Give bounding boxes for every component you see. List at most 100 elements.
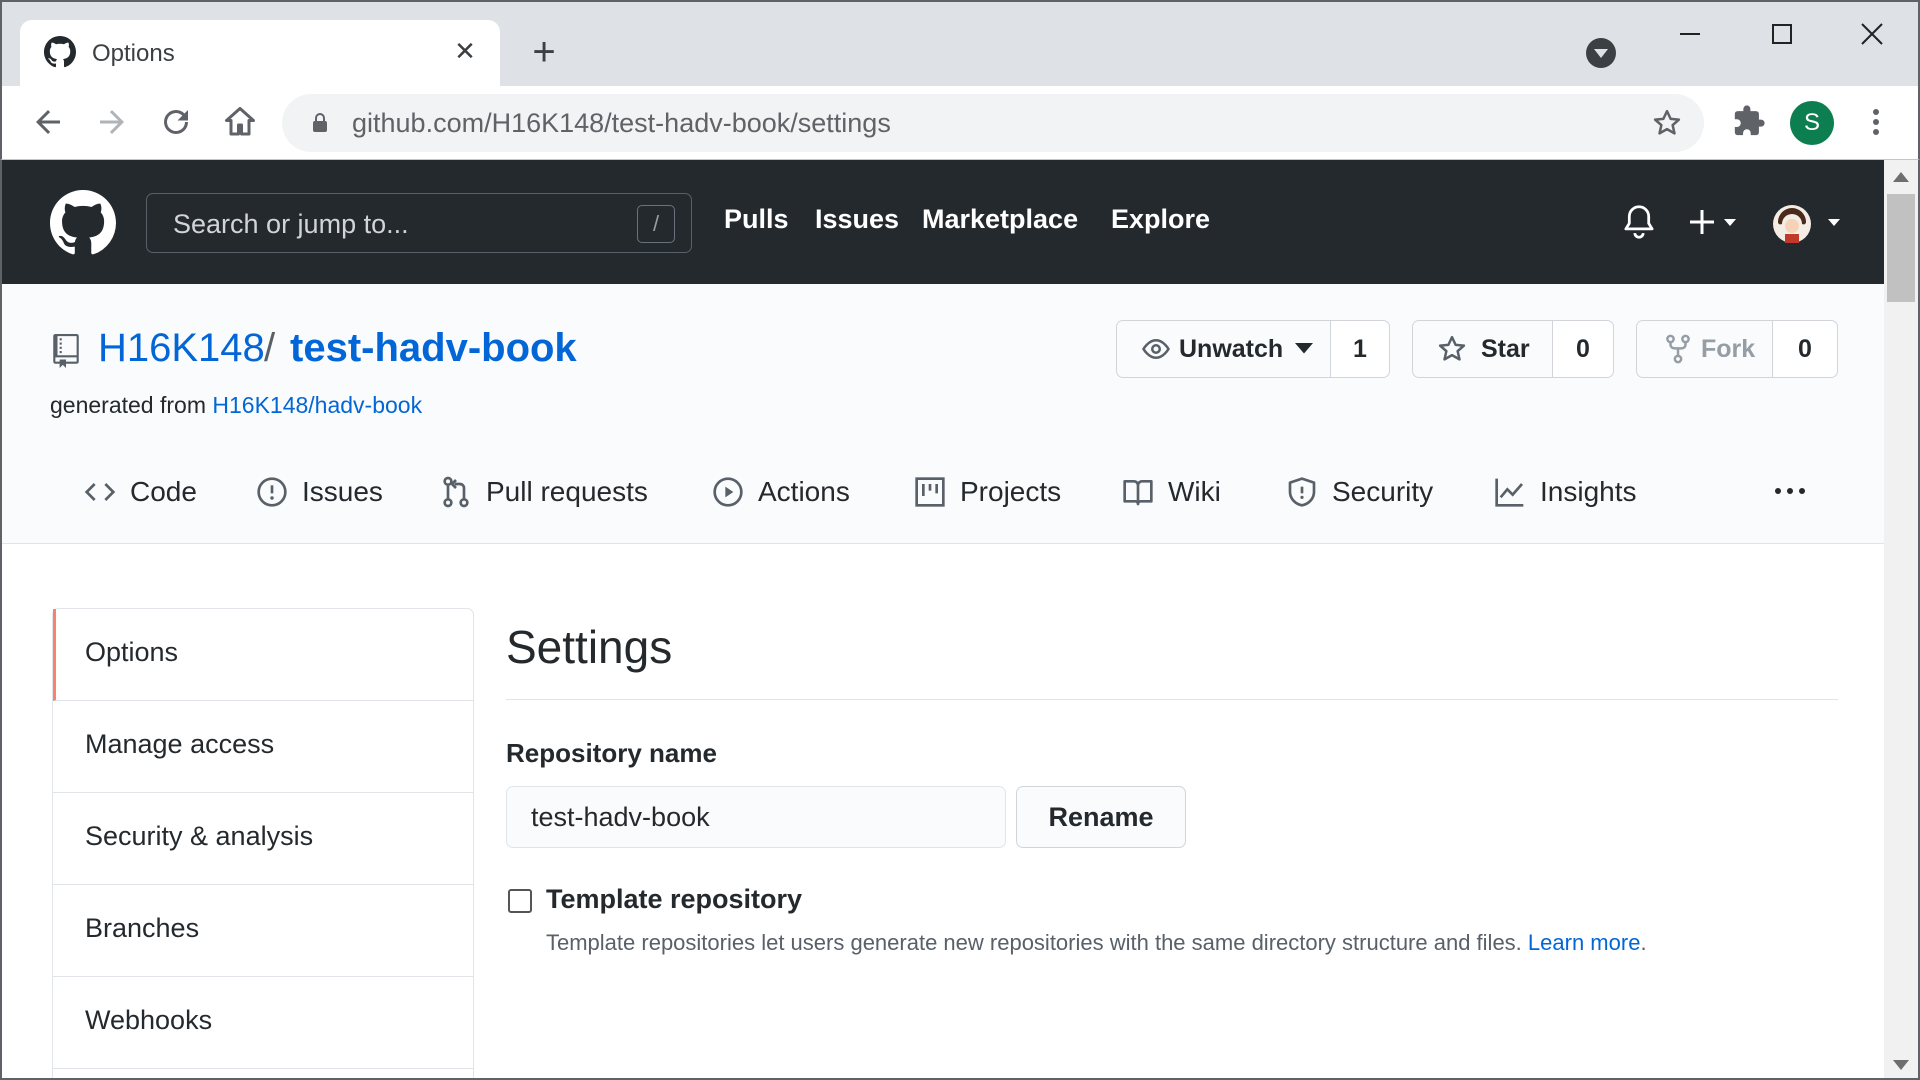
repo-name-label: Repository name <box>506 738 717 768</box>
nav-explore[interactable]: Explore <box>1111 204 1210 235</box>
github-header: Search or jump to... / Pulls Issues Mark… <box>2 160 1884 284</box>
tab-code-label: Code <box>130 476 197 507</box>
browser-toolbar: github.com/H16K148/test-hadv-book/settin… <box>0 86 1920 160</box>
tab-issues-label: Issues <box>302 476 383 507</box>
repo-owner-link[interactable]: H16K148 <box>98 326 265 371</box>
star-button-group: Star 0 <box>1412 320 1614 378</box>
tab-code[interactable]: Code <box>84 472 197 512</box>
tab-actions[interactable]: Actions <box>712 472 850 512</box>
generated-from-text: generated from H16K148/hadv-book <box>50 392 422 419</box>
search-shortcut-key: / <box>637 205 675 243</box>
unwatch-button[interactable]: Unwatch <box>1117 321 1331 377</box>
repo-name-input[interactable] <box>506 786 1006 848</box>
graph-icon <box>1495 478 1524 507</box>
shield-icon <box>1288 477 1316 507</box>
github-logo-icon[interactable] <box>50 190 116 256</box>
tab-search-icon[interactable] <box>1586 38 1616 68</box>
fork-count[interactable]: 0 <box>1773 321 1837 377</box>
lock-icon[interactable] <box>312 113 328 133</box>
unwatch-label: Unwatch <box>1179 334 1284 363</box>
dropdown-caret-icon <box>1295 343 1314 354</box>
learn-more-suffix: . <box>1640 930 1647 955</box>
repo-path-separator: / <box>264 326 276 370</box>
template-note-text: Template repositories let users generate… <box>546 930 1522 955</box>
browser-tab-bar: Options ✕ + <box>0 0 1920 88</box>
star-icon <box>1438 335 1466 361</box>
template-repository-label[interactable]: Template repository <box>546 884 802 915</box>
tab-projects-label: Projects <box>960 476 1062 507</box>
bookmark-star-icon[interactable] <box>1652 108 1682 138</box>
repo-name-link[interactable]: test-hadv-book <box>290 326 577 371</box>
forward-icon[interactable] <box>94 104 130 140</box>
watch-count[interactable]: 1 <box>1331 321 1389 377</box>
browser-menu-icon[interactable] <box>1864 104 1888 140</box>
template-repository-checkbox[interactable] <box>508 889 532 913</box>
code-icon <box>84 483 116 501</box>
menu-item-options[interactable]: Options <box>53 609 473 701</box>
browser-tab[interactable]: Options ✕ <box>20 20 500 88</box>
generated-from-prefix: generated from <box>50 392 206 418</box>
book-icon <box>1123 480 1153 506</box>
star-label: Star <box>1481 334 1530 363</box>
tab-wiki[interactable]: Wiki <box>1122 472 1221 512</box>
rename-button[interactable]: Rename <box>1016 786 1186 848</box>
nav-issues[interactable]: Issues <box>815 204 899 235</box>
fork-icon <box>1666 334 1690 364</box>
tab-pull-requests-label: Pull requests <box>486 476 648 507</box>
issue-icon <box>257 477 287 507</box>
reload-icon[interactable] <box>158 104 194 140</box>
fork-button[interactable]: Fork <box>1637 321 1773 377</box>
tab-security[interactable]: Security <box>1286 472 1433 512</box>
scroll-down-arrow-icon[interactable] <box>1893 1060 1909 1070</box>
title-divider <box>506 699 1838 700</box>
create-new-icon[interactable] <box>1688 204 1748 240</box>
scroll-up-arrow-icon[interactable] <box>1893 172 1909 182</box>
settings-menu: Options Manage access Security & analysi… <box>52 608 474 1080</box>
maximize-icon[interactable] <box>1752 14 1812 54</box>
home-icon[interactable] <box>222 104 258 140</box>
more-options-icon[interactable] <box>1770 476 1810 506</box>
tab-security-label: Security <box>1332 476 1434 507</box>
window-border <box>0 160 2 1080</box>
fork-button-group: Fork 0 <box>1636 320 1838 378</box>
menu-item-manage-access[interactable]: Manage access <box>53 701 473 793</box>
tab-insights[interactable]: Insights <box>1494 472 1637 512</box>
pull-request-icon <box>443 476 469 508</box>
play-icon <box>713 477 743 507</box>
search-input[interactable]: Search or jump to... / <box>146 193 692 253</box>
profile-avatar[interactable]: S <box>1790 101 1834 145</box>
address-bar[interactable]: github.com/H16K148/test-hadv-book/settin… <box>282 94 1704 152</box>
nav-pulls[interactable]: Pulls <box>724 204 789 235</box>
search-placeholder: Search or jump to... <box>173 209 409 239</box>
tab-projects[interactable]: Projects <box>914 472 1061 512</box>
project-icon <box>915 477 945 507</box>
repo-icon <box>53 334 79 368</box>
eye-icon <box>1142 338 1170 360</box>
new-tab-icon[interactable]: + <box>524 32 564 72</box>
menu-item-webhooks[interactable]: Webhooks <box>53 977 473 1069</box>
back-icon[interactable] <box>30 104 66 140</box>
fork-label: Fork <box>1701 334 1756 363</box>
nav-marketplace[interactable]: Marketplace <box>922 204 1078 235</box>
menu-item-security-analysis[interactable]: Security & analysis <box>53 793 473 885</box>
tab-actions-label: Actions <box>758 476 850 507</box>
menu-item-branches[interactable]: Branches <box>53 885 473 977</box>
extensions-puzzle-icon[interactable] <box>1732 104 1766 138</box>
page-viewport: Search or jump to... / Pulls Issues Mark… <box>2 160 1884 1080</box>
repository-header: H16K148 / test-hadv-book generated from … <box>2 284 1884 544</box>
star-button[interactable]: Star <box>1413 321 1553 377</box>
star-count[interactable]: 0 <box>1553 321 1613 377</box>
minimize-icon[interactable] <box>1660 14 1720 54</box>
notifications-bell-icon[interactable] <box>1622 204 1656 240</box>
learn-more-link[interactable]: Learn more <box>1528 930 1641 955</box>
tab-issues[interactable]: Issues <box>256 472 383 512</box>
tab-wiki-label: Wiki <box>1168 476 1221 507</box>
user-avatar[interactable] <box>1772 204 1852 244</box>
url-text[interactable]: github.com/H16K148/test-hadv-book/settin… <box>352 108 891 139</box>
page-scrollbar[interactable] <box>1884 160 1918 1080</box>
template-source-link[interactable]: H16K148/hadv-book <box>212 392 422 418</box>
close-window-icon[interactable] <box>1842 14 1902 54</box>
tab-close-icon[interactable]: ✕ <box>450 36 480 66</box>
scroll-thumb[interactable] <box>1887 194 1915 302</box>
tab-pull-requests[interactable]: Pull requests <box>440 472 648 512</box>
